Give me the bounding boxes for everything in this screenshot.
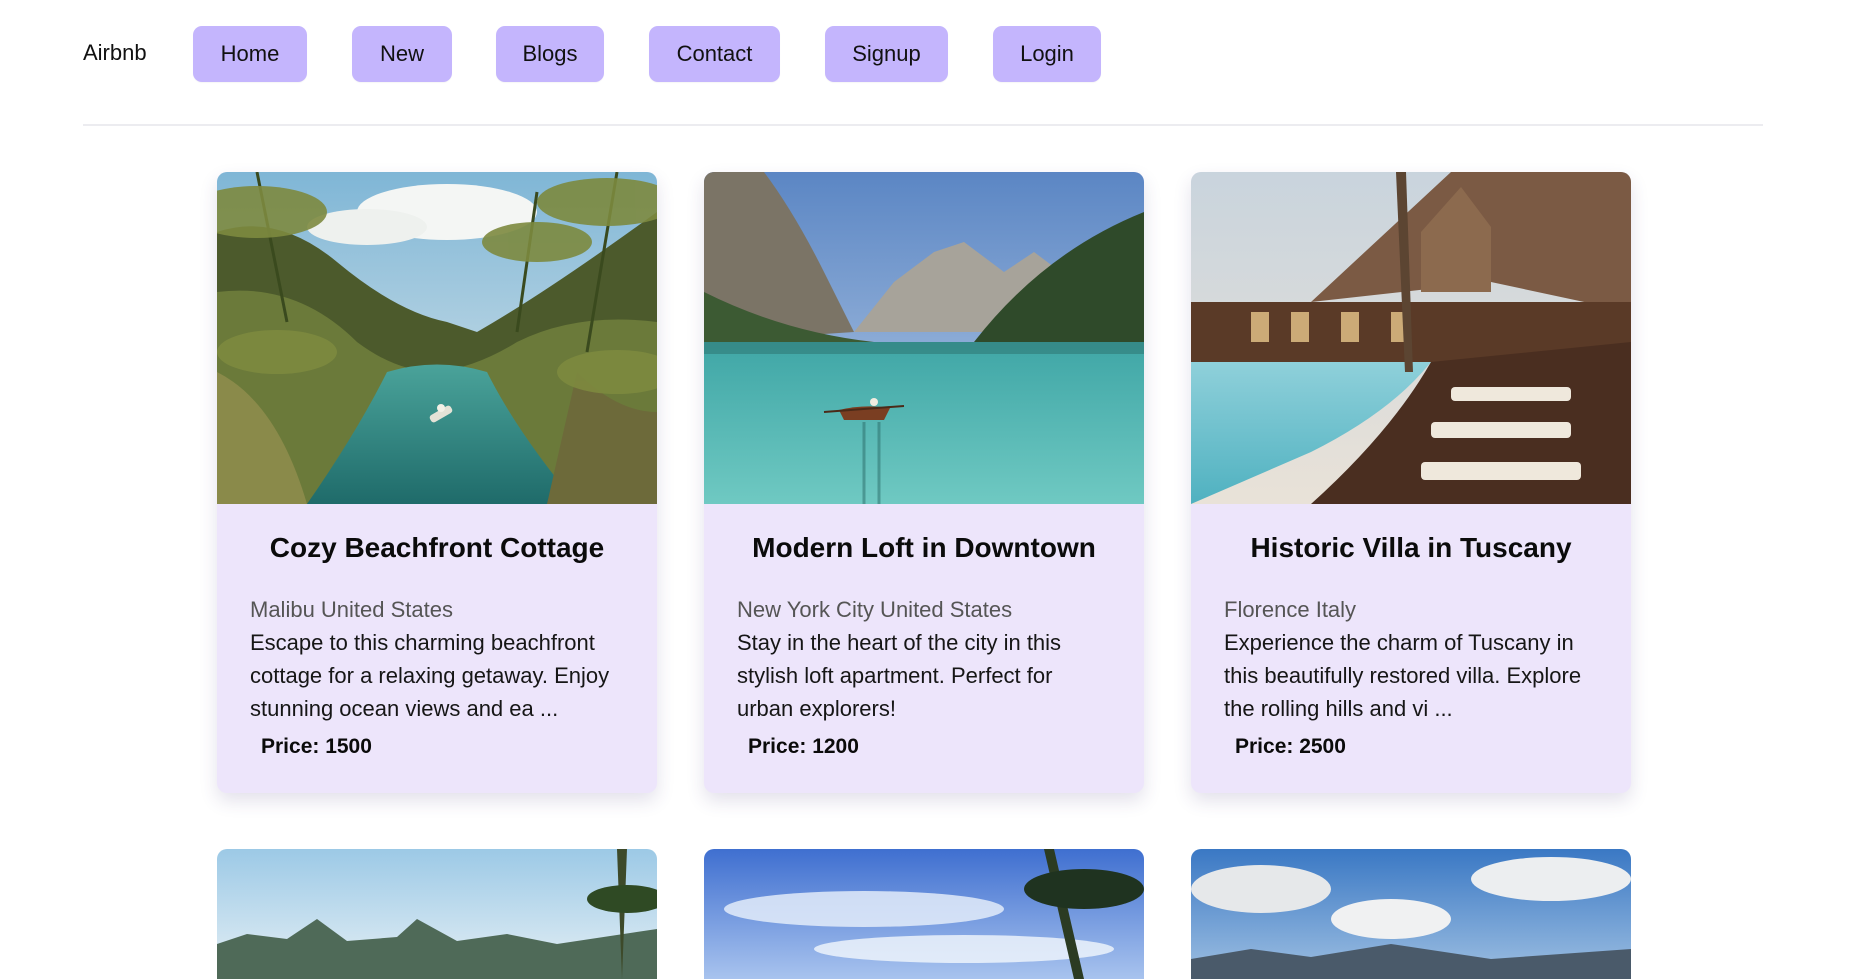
listing-card[interactable] — [217, 849, 657, 979]
listing-image[interactable] — [704, 849, 1144, 979]
listing-price: Price: 1200 — [748, 735, 859, 758]
listing-location: Florence Italy — [1224, 597, 1357, 622]
listing-card[interactable]: Modern Loft in Downtown New York City Un… — [704, 172, 1144, 793]
navbar: Airbnb Home New Blogs Contact Signup Log… — [0, 0, 1855, 125]
listing-card[interactable]: Historic Villa in Tuscany Florence Italy… — [1191, 172, 1631, 793]
listing-title: Historic Villa in Tuscany — [1250, 532, 1572, 563]
listing-image[interactable] — [704, 172, 1144, 504]
listing-price: Price: 1500 — [261, 735, 372, 758]
nav-new-button[interactable]: New — [352, 26, 452, 82]
listing-image[interactable] — [217, 172, 657, 504]
listing-location: Malibu United States — [250, 597, 453, 622]
listing-description: Escape to this charming beachfront cotta… — [250, 630, 610, 721]
listing-image[interactable] — [1191, 849, 1631, 979]
listing-location: New York City United States — [737, 597, 1013, 622]
listing-card[interactable]: Cozy Beachfront Cottage Malibu United St… — [217, 172, 657, 793]
nav-login-button[interactable]: Login — [993, 26, 1101, 82]
listing-card[interactable] — [704, 849, 1144, 979]
listing-image[interactable] — [217, 849, 657, 979]
brand-logo[interactable]: Airbnb — [83, 40, 147, 66]
listing-card[interactable] — [1191, 849, 1631, 979]
listing-description: Experience the charm of Tuscany in this … — [1224, 630, 1582, 721]
listing-image[interactable] — [1191, 172, 1631, 504]
nav-home-button[interactable]: Home — [193, 26, 307, 82]
nav-contact-button[interactable]: Contact — [649, 26, 780, 82]
listing-title: Cozy Beachfront Cottage — [269, 532, 605, 563]
listing-price: Price: 2500 — [1235, 735, 1346, 758]
listing-title: Modern Loft in Downtown — [752, 532, 1096, 563]
nav-signup-button[interactable]: Signup — [825, 26, 948, 82]
listing-description: Stay in the heart of the city in this st… — [737, 630, 1062, 721]
nav-blogs-button[interactable]: Blogs — [496, 26, 604, 82]
nav-divider — [83, 124, 1763, 126]
